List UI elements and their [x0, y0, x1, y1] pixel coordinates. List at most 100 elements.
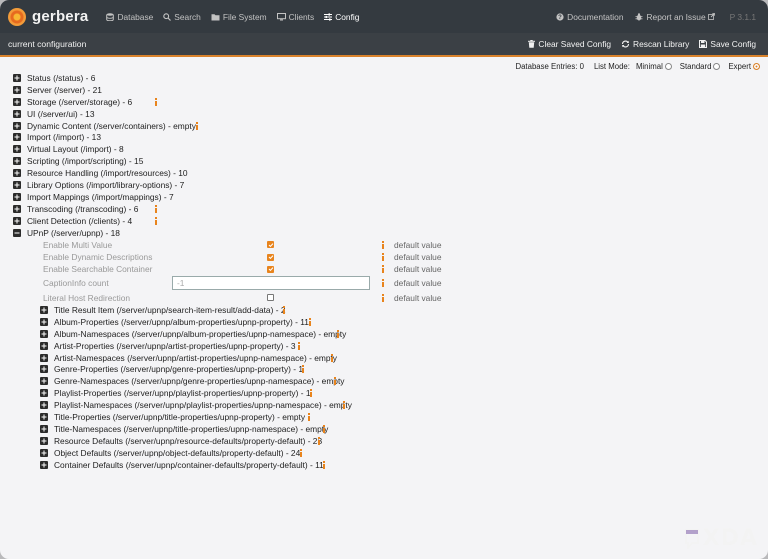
tree-node[interactable]: Resource Handling (/import/resources) - …	[13, 167, 753, 179]
expand-plus-icon[interactable]	[13, 121, 21, 130]
info-icon[interactable]	[195, 121, 199, 130]
brand[interactable]: gerbera	[8, 0, 88, 33]
info-icon[interactable]	[308, 317, 312, 326]
info-icon[interactable]	[381, 265, 385, 274]
tree-node[interactable]: Scripting (/import/scripting) - 15	[13, 155, 753, 167]
tree-node[interactable]: Album-Properties (/server/upnp/album-pro…	[40, 316, 753, 328]
info-icon[interactable]	[381, 240, 385, 249]
expand-plus-icon[interactable]	[40, 460, 48, 469]
expand-plus-icon[interactable]	[40, 448, 48, 457]
expand-plus-icon[interactable]	[13, 145, 21, 154]
info-icon[interactable]	[381, 293, 385, 302]
info-icon[interactable]	[282, 305, 286, 314]
info-icon[interactable]	[297, 341, 301, 350]
info-icon[interactable]	[381, 279, 385, 288]
tree-node[interactable]: Import (/import) - 13	[13, 131, 753, 143]
mode-standard-radio[interactable]	[713, 62, 721, 70]
nav-database[interactable]: Database	[106, 12, 153, 22]
expand-plus-icon[interactable]	[13, 192, 21, 201]
info-icon[interactable]	[299, 448, 303, 457]
tree-node[interactable]: Title-Namespaces (/server/upnp/title-pro…	[40, 423, 753, 435]
expand-plus-icon[interactable]	[40, 353, 48, 362]
tree-node[interactable]: UI (/server/ui) - 13	[13, 108, 753, 120]
info-icon[interactable]	[309, 389, 313, 398]
enable-multi-value-checkbox[interactable]	[267, 241, 274, 249]
mode-expert-radio[interactable]	[753, 62, 760, 70]
tree-node[interactable]: Transcoding (/transcoding) - 6	[13, 203, 753, 215]
info-icon[interactable]	[317, 436, 321, 445]
clear-saved-config-button[interactable]: Clear Saved Config	[528, 39, 611, 49]
tree-node[interactable]: Object Defaults (/server/upnp/object-def…	[40, 447, 753, 459]
tree-node[interactable]: Title Result Item (/server/upnp/search-i…	[40, 304, 753, 316]
expand-plus-icon[interactable]	[40, 329, 48, 338]
info-icon[interactable]	[342, 401, 346, 410]
tree-node[interactable]: Playlist-Namespaces (/server/upnp/playli…	[40, 399, 753, 411]
mode-minimal-radio[interactable]	[664, 62, 672, 70]
expand-plus-icon[interactable]	[40, 317, 48, 326]
nav-clients[interactable]: Clients	[276, 12, 314, 22]
tree-node[interactable]: Storage (/server/storage) - 6	[13, 96, 753, 108]
nav-search[interactable]: Search	[163, 12, 201, 22]
tree-node[interactable]: Genre-Namespaces (/server/upnp/genre-pro…	[40, 375, 753, 387]
expand-plus-icon[interactable]	[13, 204, 21, 213]
expand-plus-icon[interactable]	[40, 305, 48, 314]
option-label: Enable Searchable Container	[43, 264, 153, 275]
expand-plus-icon[interactable]	[13, 169, 21, 178]
info-icon[interactable]	[154, 97, 158, 106]
expand-plus-icon[interactable]	[13, 216, 21, 225]
collapse-minus-icon[interactable]	[13, 228, 21, 237]
tree-node[interactable]: Client Detection (/clients) - 4	[13, 215, 753, 227]
tree-node[interactable]: Artist-Namespaces (/server/upnp/artist-p…	[40, 352, 753, 364]
expand-plus-icon[interactable]	[13, 180, 21, 189]
info-icon[interactable]	[322, 424, 326, 433]
expand-plus-icon[interactable]	[40, 436, 48, 445]
info-icon[interactable]	[333, 377, 337, 386]
info-icon[interactable]	[330, 353, 334, 362]
tree-node[interactable]: Album-Namespaces (/server/upnp/album-pro…	[40, 328, 753, 340]
expand-plus-icon[interactable]	[40, 401, 48, 410]
info-icon[interactable]	[154, 216, 158, 225]
trash-icon	[528, 40, 536, 48]
tree-node-upnp[interactable]: UPnP (/server/upnp) - 18	[13, 227, 753, 239]
info-icon[interactable]	[381, 253, 385, 262]
nav-config[interactable]: Config	[324, 12, 359, 22]
enable-dynamic-descriptions-checkbox[interactable]	[267, 253, 274, 261]
enable-searchable-container-checkbox[interactable]	[267, 265, 274, 273]
info-icon[interactable]	[307, 412, 311, 421]
tree-node[interactable]: Virtual Layout (/import) - 8	[13, 143, 753, 155]
tree-node[interactable]: Resource Defaults (/server/upnp/resource…	[40, 435, 753, 447]
info-icon[interactable]	[301, 365, 305, 374]
expand-plus-icon[interactable]	[13, 157, 21, 166]
info-icon[interactable]	[322, 460, 326, 469]
tree-node[interactable]: Title-Properties (/server/upnp/title-pro…	[40, 411, 753, 423]
nav-filesystem[interactable]: File System	[211, 12, 267, 22]
expand-plus-icon[interactable]	[13, 97, 21, 106]
tree-node[interactable]: Server (/server) - 21	[13, 84, 753, 96]
tree-node[interactable]: Status (/status) - 6	[13, 72, 753, 84]
expand-plus-icon[interactable]	[40, 424, 48, 433]
expand-plus-icon[interactable]	[13, 85, 21, 94]
info-icon[interactable]	[336, 329, 340, 338]
literal-host-redirection-checkbox[interactable]	[267, 294, 274, 302]
info-icon[interactable]	[154, 204, 158, 213]
expand-plus-icon[interactable]	[40, 389, 48, 398]
nav-documentation[interactable]: ? Documentation	[556, 12, 623, 22]
expand-plus-icon[interactable]	[13, 133, 21, 142]
expand-plus-icon[interactable]	[13, 73, 21, 82]
tree-node[interactable]: Artist-Properties (/server/upnp/artist-p…	[40, 340, 753, 352]
expand-plus-icon[interactable]	[40, 341, 48, 350]
expand-plus-icon[interactable]	[40, 412, 48, 421]
tree-node[interactable]: Genre-Properties (/server/upnp/genre-pro…	[40, 363, 753, 375]
nav-report-issue[interactable]: Report an Issue	[635, 12, 717, 22]
expand-plus-icon[interactable]	[13, 109, 21, 118]
save-config-button[interactable]: Save Config	[699, 39, 756, 49]
tree-node[interactable]: Playlist-Properties (/server/upnp/playli…	[40, 387, 753, 399]
caption-info-count-input[interactable]	[172, 275, 370, 290]
tree-node[interactable]: Import Mappings (/import/mappings) - 7	[13, 191, 753, 203]
tree-node[interactable]: Library Options (/import/library-options…	[13, 179, 753, 191]
tree-node[interactable]: Dynamic Content (/server/containers) - e…	[13, 120, 753, 132]
expand-plus-icon[interactable]	[40, 365, 48, 374]
rescan-library-button[interactable]: Rescan Library	[621, 39, 689, 49]
expand-plus-icon[interactable]	[40, 377, 48, 386]
tree-node[interactable]: Container Defaults (/server/upnp/contain…	[40, 459, 753, 471]
